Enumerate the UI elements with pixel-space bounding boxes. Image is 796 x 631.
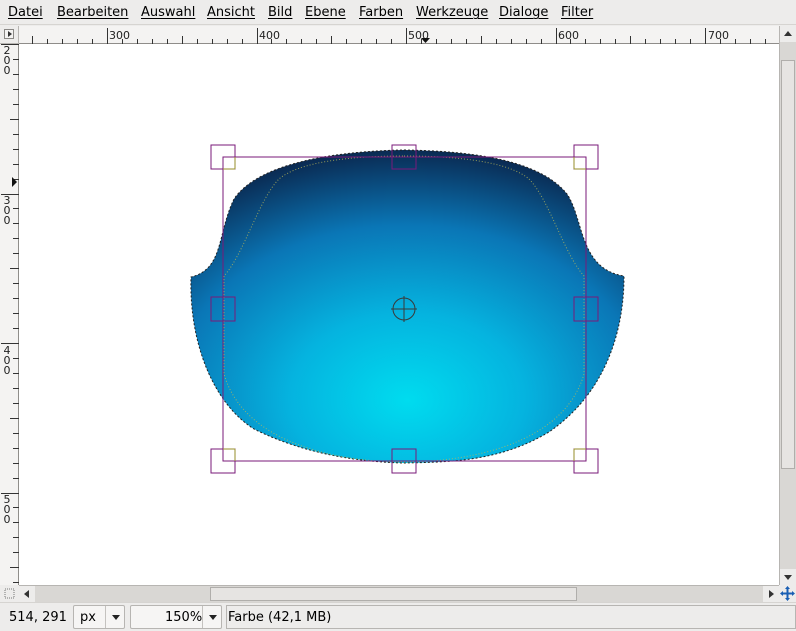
menu-werkzeuge[interactable]: Werkzeuge: [416, 4, 488, 21]
arrow-right-icon[interactable]: [763, 586, 779, 602]
menu-arrow-icon[interactable]: [4, 29, 14, 39]
horizontal-scrollbar[interactable]: [19, 585, 779, 602]
ruler-label-200: 2 0 0: [3, 44, 11, 77]
quick-mask-icon[interactable]: [0, 585, 19, 602]
ruler-label-300: 3 0 0: [3, 194, 11, 227]
ruler-label-500: 5 0 0: [3, 493, 11, 526]
ruler-label-300: 300: [109, 29, 130, 42]
canvas-drawing: [190, 144, 625, 474]
horizontal-scroll-thumb[interactable]: [210, 587, 577, 601]
chevron-down-icon[interactable]: [105, 606, 126, 628]
blue-shape[interactable]: [190, 149, 625, 464]
unit-value: px: [80, 610, 96, 625]
menu-datei[interactable]: Datei: [8, 4, 43, 21]
zoom-selector[interactable]: 150%: [130, 605, 222, 629]
menu-bild[interactable]: Bild: [268, 4, 292, 21]
arrow-up-icon[interactable]: [780, 26, 796, 42]
pointer-coordinates: 514, 291: [9, 610, 67, 625]
image-canvas[interactable]: [19, 44, 779, 585]
vertical-scroll-thumb[interactable]: [781, 60, 795, 469]
ruler-corner: [0, 26, 19, 44]
ruler-label-700: 700: [708, 29, 729, 42]
horizontal-ruler-ticks: 300 400 500 600 700: [32, 28, 766, 44]
menu-farben[interactable]: Farben: [359, 4, 403, 21]
statusbar: 514, 291 px 150% Farbe (42,1 MB): [0, 602, 796, 631]
menu-bearbeiten[interactable]: Bearbeiten: [57, 4, 128, 21]
layer-info: Farbe (42,1 MB): [226, 605, 796, 629]
ruler-label-400: 4 0 0: [3, 344, 11, 377]
ruler-label-400: 400: [259, 29, 280, 42]
ruler-label-600: 600: [558, 29, 579, 42]
menu-filter[interactable]: Filter: [561, 4, 593, 21]
vertical-scrollbar[interactable]: [779, 26, 796, 585]
unit-selector[interactable]: px: [73, 605, 125, 629]
layer-info-text: Farbe (42,1 MB): [228, 610, 332, 625]
vertical-ruler[interactable]: 2 0 0 3 0 0 4 0 0 5 0 0: [0, 44, 19, 585]
horizontal-ruler[interactable]: 300 400 500 600 700: [19, 26, 779, 44]
arrow-down-icon[interactable]: [780, 569, 796, 585]
navigate-icon[interactable]: [779, 585, 796, 602]
menubar: Datei Bearbeiten Auswahl Ansicht Bild Eb…: [0, 0, 796, 25]
arrow-left-icon[interactable]: [19, 586, 35, 602]
zoom-value: 150%: [165, 610, 203, 625]
menu-auswahl[interactable]: Auswahl: [141, 4, 195, 21]
chevron-down-icon[interactable]: [202, 606, 223, 628]
menu-dialoge[interactable]: Dialoge: [499, 4, 548, 21]
menu-ansicht[interactable]: Ansicht: [207, 4, 255, 21]
menu-ebene[interactable]: Ebene: [305, 4, 346, 21]
pointer-position-marker-vertical: [12, 177, 17, 187]
